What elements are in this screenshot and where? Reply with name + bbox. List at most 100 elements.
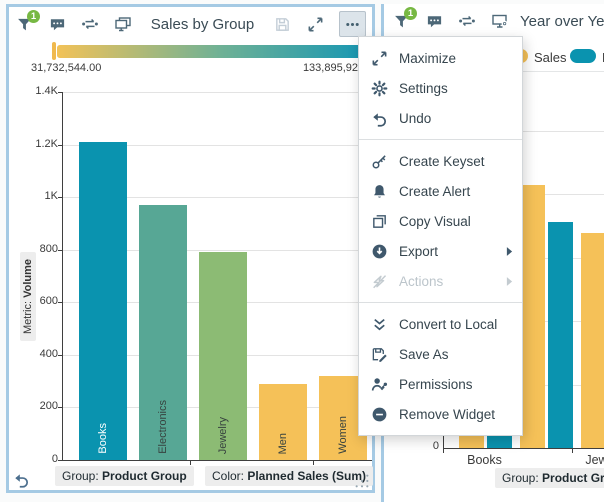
- widget-header-left-icons: 1: [13, 15, 134, 33]
- menu-separator: [359, 302, 522, 303]
- bar-label-wrap: Jewelry: [199, 252, 247, 454]
- menu-item-maximize[interactable]: Maximize: [359, 43, 522, 73]
- x-axis-tick-mark: [572, 449, 573, 453]
- menu-item-convert-to-local[interactable]: Convert to Local: [359, 309, 522, 339]
- widget-header-left-icons: 1: [390, 12, 511, 30]
- y-axis-tick-label: 200: [40, 400, 58, 412]
- menu-item-save-as[interactable]: Save As: [359, 339, 522, 369]
- key-icon: [370, 152, 388, 170]
- y-axis-tick-mark: [58, 250, 62, 251]
- color-scale-handle[interactable]: [52, 42, 56, 60]
- menu-item-undo[interactable]: Undo: [359, 103, 522, 133]
- group-field-pill[interactable]: Group: Product Group: [55, 466, 194, 486]
- menu-item-create-keyset[interactable]: Create Keyset: [359, 146, 522, 176]
- y-axis-zero-label: 0: [424, 440, 439, 452]
- bar-label: Men: [277, 433, 289, 454]
- y-axis-tick-mark: [58, 197, 62, 198]
- widget-header-right-icons: [271, 11, 368, 37]
- bar-label-wrap: Men: [259, 384, 307, 454]
- x-axis-tick-label: Books: [450, 453, 520, 467]
- widget-header: 1 Sales by Group: [9, 7, 372, 39]
- export-icon: [370, 242, 388, 260]
- actions-icon: [370, 272, 388, 290]
- submenu-caret-icon: [506, 277, 513, 286]
- menu-item-label: Remove Widget: [399, 407, 513, 422]
- bar-jewelry-sales[interactable]: [581, 233, 604, 448]
- x-axis-tick-mark: [313, 461, 314, 465]
- save-as-icon: [370, 345, 388, 363]
- filter-icon[interactable]: 1: [392, 12, 410, 30]
- bell-icon: [370, 182, 388, 200]
- resize-grip-icon[interactable]: [354, 473, 370, 489]
- filter-icon[interactable]: 1: [15, 15, 33, 33]
- connections-icon[interactable]: [458, 12, 476, 30]
- y-axis-tick-label: 800: [40, 243, 58, 255]
- more-options-button[interactable]: [339, 11, 366, 37]
- bar-electronics[interactable]: Electronics: [139, 205, 187, 460]
- bar-label: Jewelry: [217, 417, 229, 454]
- menu-item-label: Copy Visual: [399, 214, 513, 229]
- menu-item-settings[interactable]: Settings: [359, 73, 522, 103]
- y-axis-tick-mark: [58, 92, 62, 93]
- menu-item-label: Create Keyset: [399, 154, 513, 169]
- x-axis-tick-label: Jewelry: [572, 453, 604, 467]
- copy-icon: [370, 212, 388, 230]
- bar-electronics-sales[interactable]: [520, 185, 545, 448]
- y-axis-tick-mark: [58, 302, 62, 303]
- menu-item-label: Export: [399, 244, 495, 259]
- y-axis-tick-mark: [58, 460, 62, 461]
- bar-men[interactable]: Men: [259, 384, 307, 460]
- color-scale-gradient: [57, 45, 371, 58]
- bar-electronics-planned-sales[interactable]: [548, 222, 573, 448]
- group-field-pill[interactable]: Group: Product Group: [495, 468, 604, 488]
- y-axis-tick-label: 1K: [45, 190, 58, 202]
- bar-chart-plot-area: Books Electronics Jewelry Men Women: [62, 92, 372, 461]
- context-menu: MaximizeSettingsUndo Create Keyset Create …: [358, 36, 523, 436]
- bar-label: Books: [97, 423, 109, 454]
- menu-item-actions: Actions: [359, 266, 522, 296]
- x-axis-tick-mark: [443, 449, 444, 453]
- save-icon[interactable]: [273, 15, 291, 33]
- legend-label-sales: Sales: [534, 50, 567, 65]
- menu-item-remove-widget[interactable]: Remove Widget: [359, 399, 522, 429]
- settings-gear-icon: [370, 79, 388, 97]
- menu-item-create-alert[interactable]: Create Alert: [359, 176, 522, 206]
- y-axis-tick-label: 600: [40, 295, 58, 307]
- convert-to-local-icon: [370, 315, 388, 333]
- duplicate-visual-icon[interactable]: [114, 15, 132, 33]
- color-scale-max-label: 133,895,92: [303, 62, 358, 74]
- widget-title: Sales by Group: [134, 16, 271, 33]
- maximize-icon[interactable]: [306, 15, 324, 33]
- widget-sales-by-group: 1 Sales by Group 31,732,544.00 133,895,9…: [6, 4, 375, 493]
- bar-label: Women: [337, 416, 349, 454]
- y-axis-tick-label: 400: [40, 348, 58, 360]
- y-axis-tick-label: 0: [52, 453, 58, 465]
- y-axis-tick-label: 1.4K: [35, 85, 58, 97]
- menu-item-label: Create Alert: [399, 184, 513, 199]
- undo-reset-icon[interactable]: [10, 468, 32, 490]
- color-field-pill[interactable]: Color: Planned Sales (Sum): [205, 466, 373, 486]
- x-axis-tick-mark: [190, 461, 191, 465]
- legend-swatch-planned-sales[interactable]: [570, 49, 596, 63]
- menu-item-export[interactable]: Export: [359, 236, 522, 266]
- bar-label-wrap: Books: [79, 142, 127, 454]
- menu-item-copy-visual[interactable]: Copy Visual: [359, 206, 522, 236]
- y-axis-tick-mark: [58, 407, 62, 408]
- comments-icon[interactable]: [425, 12, 443, 30]
- bar-label: Electronics: [157, 400, 169, 454]
- widget-title: Year over Year: [520, 13, 604, 30]
- comments-icon[interactable]: [48, 15, 66, 33]
- remove-widget-icon: [370, 405, 388, 423]
- menu-item-label: Save As: [399, 347, 513, 362]
- bar-jewelry[interactable]: Jewelry: [199, 252, 247, 460]
- undo-icon: [370, 109, 388, 127]
- menu-item-permissions[interactable]: Permissions: [359, 369, 522, 399]
- y-axis-tick-mark: [58, 145, 62, 146]
- connections-icon[interactable]: [81, 15, 99, 33]
- gridline: [63, 92, 372, 93]
- bar-books[interactable]: Books: [79, 142, 127, 460]
- pin-visual-icon[interactable]: [491, 12, 509, 30]
- color-scale-min-label: 31,732,544.00: [31, 62, 101, 74]
- menu-item-label: Convert to Local: [399, 317, 513, 332]
- menu-separator: [359, 139, 522, 140]
